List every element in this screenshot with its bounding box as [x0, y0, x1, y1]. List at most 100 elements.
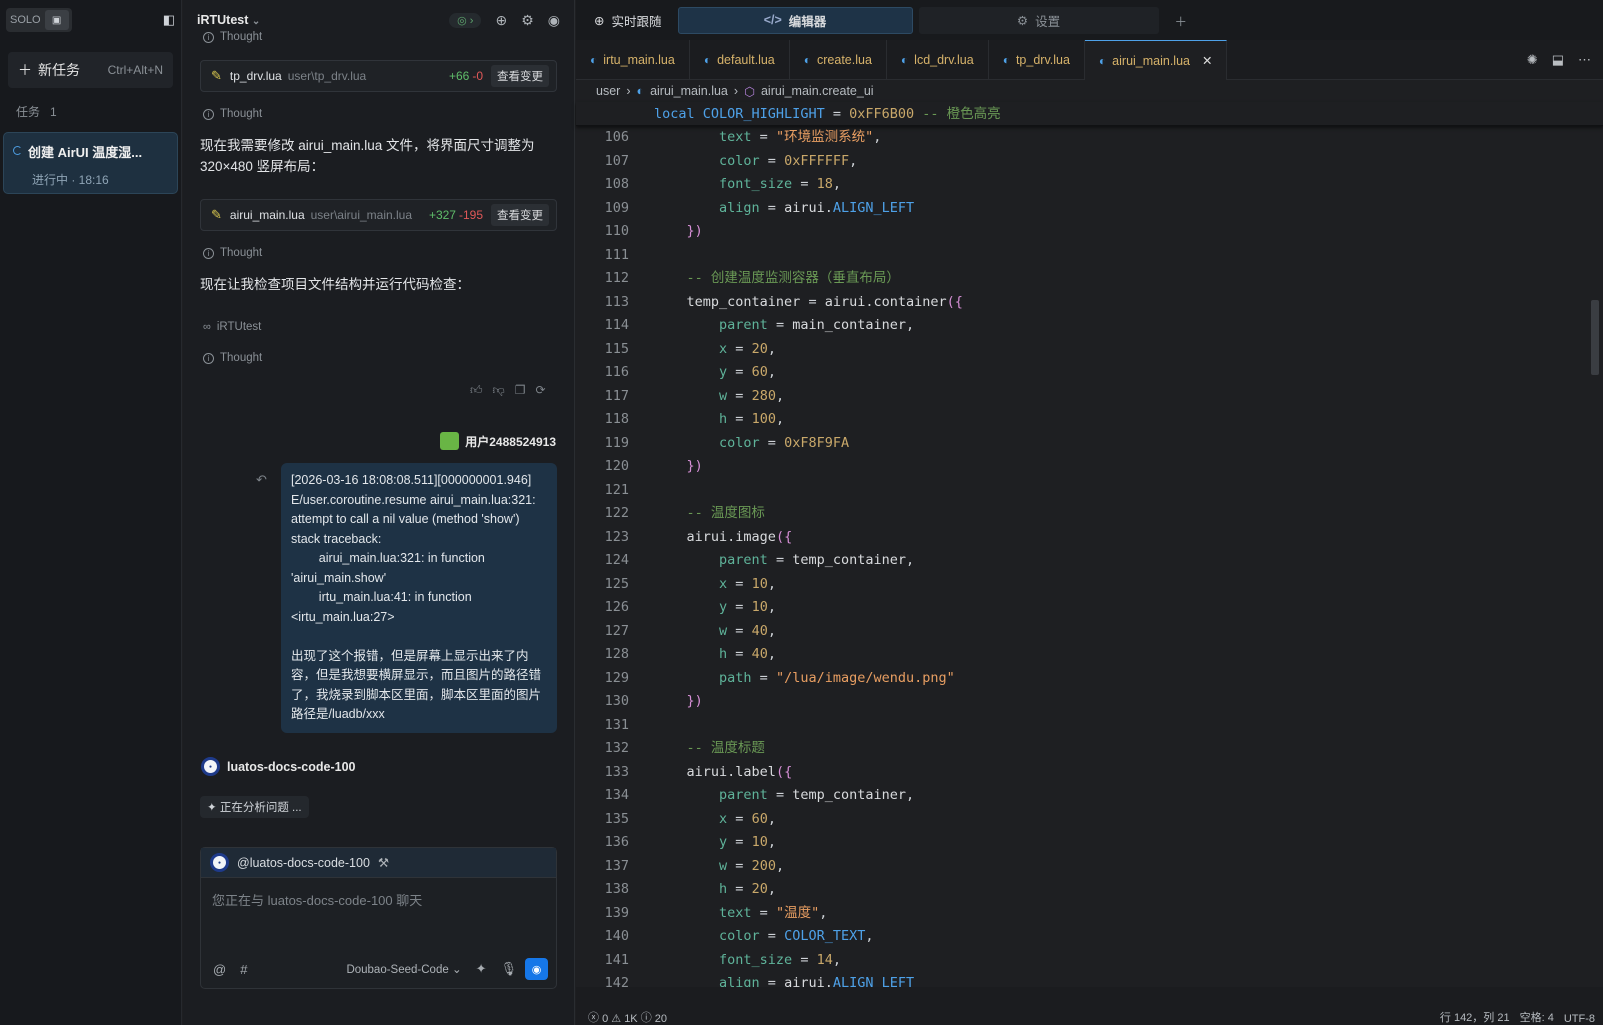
- code-line[interactable]: 130 }): [576, 690, 1603, 714]
- info-count[interactable]: 20: [655, 1013, 667, 1025]
- regenerate-icon[interactable]: ⟳: [536, 383, 546, 398]
- microphone-icon[interactable]: 🎙︎: [500, 961, 517, 977]
- code-line[interactable]: 133 airui.label({: [576, 761, 1603, 785]
- collapse-sidebar-icon[interactable]: ◧: [163, 12, 175, 28]
- magic-icon[interactable]: ✦: [476, 961, 487, 977]
- add-tab-button[interactable]: ＋: [1165, 7, 1198, 34]
- code-line[interactable]: 138 h = 20,: [576, 878, 1603, 902]
- indent-setting[interactable]: 空格: 4: [1520, 1009, 1554, 1025]
- line-number: 121: [604, 481, 629, 498]
- thought-label[interactable]: i Thought: [203, 352, 262, 364]
- code-line[interactable]: 136 y = 10,: [576, 831, 1603, 855]
- code-line[interactable]: 139 text = "温度",: [576, 902, 1603, 926]
- code-line[interactable]: 119 color = 0xF8F9FA: [576, 432, 1603, 456]
- code-line[interactable]: 135 x = 60,: [576, 808, 1603, 832]
- progress-pill[interactable]: ◎ ›: [449, 12, 482, 28]
- warning-count[interactable]: 1K: [624, 1013, 637, 1025]
- code-line[interactable]: 118 h = 100,: [576, 408, 1603, 432]
- solo-toggle[interactable]: SOLO ▣: [6, 8, 72, 32]
- thumbs-up-icon[interactable]: 👍︎: [470, 383, 483, 398]
- tab-editor[interactable]: </> 编辑器: [677, 6, 913, 34]
- split-editor-icon[interactable]: ⬓: [1552, 52, 1564, 68]
- thought-label[interactable]: i Thought: [203, 31, 262, 43]
- code-line[interactable]: 129 path = "/lua/image/wendu.png": [576, 667, 1603, 691]
- breadcrumb-file[interactable]: airui_main.lua: [650, 84, 728, 98]
- code-line[interactable]: 112 -- 创建温度监测容器（垂直布局）: [576, 267, 1603, 291]
- code-line[interactable]: 123 airui.image({: [576, 526, 1603, 550]
- new-chat-icon[interactable]: ⊕: [495, 12, 507, 29]
- file-tab-active[interactable]: ◐ airui_main.lua ✕: [1084, 40, 1228, 80]
- code-editor[interactable]: local COLOR_HIGHLIGHT = 0xFF6B00 -- 橙色高亮…: [576, 102, 1603, 991]
- code-line[interactable]: 109 align = airui.ALIGN_LEFT: [576, 197, 1603, 221]
- chat-input[interactable]: 您正在与 luatos-docs-code-100 聊天: [201, 878, 556, 921]
- close-icon[interactable]: ✕: [1202, 53, 1212, 68]
- model-selector[interactable]: Doubao-Seed-Code ⌄: [346, 962, 461, 976]
- follow-button[interactable]: ⊕ 实时跟随: [584, 7, 672, 34]
- info-icon: i: [203, 31, 214, 43]
- code-line[interactable]: 141 font_size = 14,: [576, 949, 1603, 973]
- code-line[interactable]: 117 w = 280,: [576, 385, 1603, 409]
- vertical-scrollbar[interactable]: [1591, 300, 1599, 375]
- thumbs-down-icon[interactable]: 👎︎: [493, 383, 505, 398]
- code-line[interactable]: 108 font_size = 18,: [576, 173, 1603, 197]
- error-count[interactable]: 0: [602, 1013, 608, 1025]
- code-line[interactable]: 132 -- 温度标题: [576, 737, 1603, 761]
- file-tabs: ◐ irtu_main.lua ◐ default.lua ◐ create.lua …: [576, 40, 1603, 80]
- code-line[interactable]: 110 }): [576, 220, 1603, 244]
- code-line[interactable]: 121: [576, 479, 1603, 503]
- file-tab[interactable]: ◐ irtu_main.lua: [576, 40, 690, 80]
- warning-icon: ⚠: [611, 1013, 622, 1025]
- card-filepath: user\airui_main.lua: [310, 208, 413, 222]
- agent-mention[interactable]: @luatos-docs-code-100: [237, 856, 370, 870]
- code-line[interactable]: 128 h = 40,: [576, 643, 1603, 667]
- code-line[interactable]: 120 }): [576, 455, 1603, 479]
- encoding[interactable]: UTF-8: [1564, 1013, 1595, 1025]
- code-line[interactable]: 125 x = 10,: [576, 573, 1603, 597]
- code-line[interactable]: 114 parent = main_container,: [576, 314, 1603, 338]
- breadcrumb-symbol[interactable]: airui_main.create_ui: [761, 84, 874, 98]
- undo-icon[interactable]: ↶: [256, 472, 267, 488]
- file-tab[interactable]: ◐ default.lua: [690, 40, 790, 80]
- code-line[interactable]: 113 temp_container = airui.container({: [576, 291, 1603, 315]
- file-tab[interactable]: ◐ lcd_drv.lua: [887, 40, 989, 80]
- more-icon[interactable]: ⋯: [1578, 52, 1591, 68]
- code-line[interactable]: 107 color = 0xFFFFFF,: [576, 150, 1603, 174]
- line-number: 141: [604, 951, 629, 968]
- code-line[interactable]: 126 y = 10,: [576, 596, 1603, 620]
- code-line[interactable]: 124 parent = temp_container,: [576, 549, 1603, 573]
- sticky-scroll-line[interactable]: local COLOR_HIGHLIGHT = 0xFF6B00 -- 橙色高亮: [576, 102, 1603, 126]
- thought-label[interactable]: i Thought: [203, 108, 262, 120]
- view-changes-button[interactable]: 查看变更: [491, 204, 549, 226]
- code-line[interactable]: 106 text = "环境监测系统",: [576, 126, 1603, 150]
- code-line[interactable]: 137 w = 200,: [576, 855, 1603, 879]
- file-tab[interactable]: ◐ tp_drv.lua: [989, 40, 1085, 80]
- breadcrumb-folder[interactable]: user: [596, 84, 620, 98]
- thought-label[interactable]: i Thought: [203, 247, 262, 259]
- tools-icon[interactable]: ⚒: [378, 855, 389, 870]
- ai-icon[interactable]: ✺: [1527, 52, 1538, 68]
- code-line[interactable]: 131: [576, 714, 1603, 738]
- tab-settings[interactable]: ⚙ 设置: [918, 6, 1159, 34]
- task-item[interactable]: 创建 AirUI 温度湿... 进行中 · 18:16: [3, 132, 178, 194]
- code-line[interactable]: 122 -- 温度图标: [576, 502, 1603, 526]
- file-tab[interactable]: ◐ create.lua: [790, 40, 887, 80]
- code-line[interactable]: 111: [576, 244, 1603, 268]
- code-line[interactable]: 134 parent = temp_container,: [576, 784, 1603, 808]
- copy-icon[interactable]: ❐: [515, 383, 526, 398]
- cursor-position[interactable]: 行 142，列 21: [1440, 1009, 1510, 1025]
- tool-call[interactable]: ∞ iRTUtest: [203, 321, 261, 333]
- code-line[interactable]: 140 color = COLOR_TEXT,: [576, 925, 1603, 949]
- stop-button[interactable]: ◉: [525, 958, 548, 980]
- hash-icon[interactable]: #: [240, 962, 247, 977]
- code-line[interactable]: 127 w = 40,: [576, 620, 1603, 644]
- task-title: 创建 AirUI 温度湿...: [28, 145, 143, 160]
- account-icon[interactable]: ◉: [548, 12, 560, 29]
- gear-icon[interactable]: ⚙: [521, 12, 534, 29]
- project-selector[interactable]: iRTUtest ⌄: [197, 13, 260, 27]
- new-task-button[interactable]: ＋ 新任务 Ctrl+Alt+N: [8, 52, 173, 88]
- code-line[interactable]: 115 x = 20,: [576, 338, 1603, 362]
- code-line[interactable]: 116 y = 60,: [576, 361, 1603, 385]
- at-mention-icon[interactable]: @: [213, 962, 226, 977]
- view-changes-button[interactable]: 查看变更: [491, 65, 549, 87]
